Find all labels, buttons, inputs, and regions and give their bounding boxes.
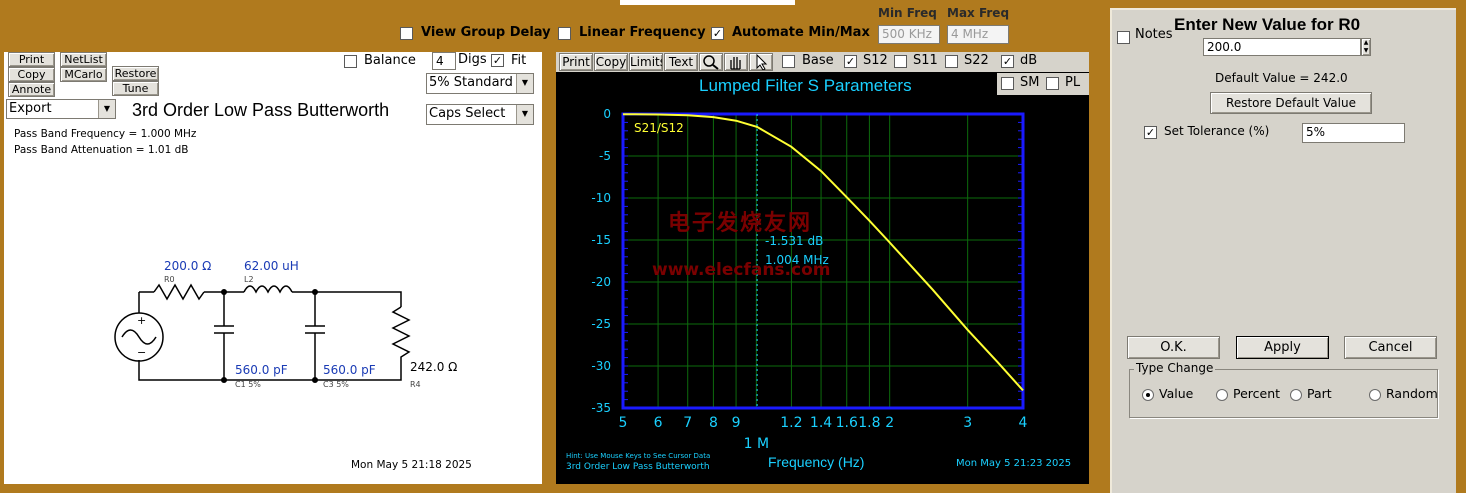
x-tick-label: 1.4 bbox=[810, 415, 832, 431]
capacitor-c3 bbox=[305, 292, 325, 380]
linear-frequency-label: Linear Frequency bbox=[579, 25, 706, 40]
new-value-field[interactable]: 200.0 bbox=[1203, 38, 1361, 56]
default-value-text: Default Value = 242.0 bbox=[1215, 71, 1348, 85]
notes-label: Notes bbox=[1135, 27, 1173, 42]
y-tick-label: -10 bbox=[591, 191, 611, 205]
s22-label: S22 bbox=[964, 53, 989, 68]
ok-button[interactable]: O.K. bbox=[1127, 336, 1220, 359]
y-tick-label: -5 bbox=[599, 149, 611, 163]
x-tick-label: 6 bbox=[654, 415, 663, 431]
hint-text: Hint: Use Mouse Keys to See Cursor Data bbox=[566, 452, 711, 460]
x-tick-label: 4 bbox=[1019, 415, 1028, 431]
resistor-r0 bbox=[153, 283, 205, 301]
value-spinner[interactable]: ▲ ▼ bbox=[1361, 38, 1371, 56]
s11-checkbox[interactable] bbox=[894, 55, 907, 68]
x-tick-label: 1.8 bbox=[858, 415, 880, 431]
capacitor-c1 bbox=[214, 292, 234, 380]
min-freq-label: Min Freq bbox=[878, 6, 937, 20]
radio-part[interactable] bbox=[1290, 389, 1302, 401]
watermark-line2: www.elecfans.com bbox=[652, 260, 831, 280]
y-tick-label: -15 bbox=[591, 233, 611, 247]
s12-label: S12 bbox=[863, 53, 888, 68]
l2-name: L2 bbox=[244, 275, 254, 284]
schematic-panel: Print NetList Copy MCarlo Restore Annote… bbox=[4, 52, 542, 484]
x-tick-label: 3 bbox=[963, 415, 972, 431]
radio-value-label: Value bbox=[1159, 386, 1194, 401]
pointer-icon[interactable] bbox=[749, 53, 773, 71]
hand-pan-icon[interactable] bbox=[724, 53, 748, 71]
c1-value[interactable]: 560.0 pF bbox=[235, 363, 288, 377]
r0-name: R0 bbox=[164, 275, 175, 284]
l2-value[interactable]: 62.00 uH bbox=[244, 259, 299, 273]
resistor-r4 bbox=[391, 306, 411, 367]
x-tick-label: 1.6 bbox=[836, 415, 858, 431]
max-freq-label: Max Freq bbox=[947, 6, 1010, 20]
radio-random-label: Random bbox=[1386, 386, 1438, 401]
dialog-title: Enter New Value for R0 bbox=[1174, 15, 1361, 34]
y-tick-label: -35 bbox=[591, 401, 611, 415]
x-tick-label: 5 bbox=[619, 415, 628, 431]
svg-text:+: + bbox=[137, 314, 146, 327]
s22-checkbox[interactable] bbox=[945, 55, 958, 68]
notes-checkbox[interactable] bbox=[1117, 31, 1130, 44]
view-group-delay-checkbox[interactable] bbox=[400, 27, 413, 40]
db-label: dB bbox=[1020, 53, 1038, 68]
schematic-timestamp: Mon May 5 21:18 2025 bbox=[351, 459, 472, 471]
radio-random[interactable] bbox=[1369, 389, 1381, 401]
trace-label: S21/S12 bbox=[634, 121, 684, 135]
s11-label: S11 bbox=[913, 53, 938, 68]
x-tick-label: 2 bbox=[885, 415, 894, 431]
cancel-button[interactable]: Cancel bbox=[1344, 336, 1437, 359]
y-tick-label: -30 bbox=[591, 359, 611, 373]
apply-button[interactable]: Apply bbox=[1236, 336, 1329, 359]
x-tick-label: 8 bbox=[709, 415, 718, 431]
automate-min-max-label: Automate Min/Max bbox=[732, 25, 870, 40]
c1-name: C1 5% bbox=[235, 380, 261, 389]
plot-panel: Print Copy Limits Text Base ✓ S12 S11 S2… bbox=[556, 52, 1089, 484]
automate-min-max-checkbox[interactable]: ✓ bbox=[711, 27, 724, 40]
radio-percent[interactable] bbox=[1216, 389, 1228, 401]
inductor-l2 bbox=[243, 285, 293, 294]
plot-print-button[interactable]: Print bbox=[559, 53, 593, 71]
y-tick-label: -20 bbox=[591, 275, 611, 289]
plot-text-button[interactable]: Text bbox=[664, 53, 698, 71]
db-checkbox[interactable]: ✓ bbox=[1001, 55, 1014, 68]
radio-part-label: Part bbox=[1307, 386, 1332, 401]
plot-copy-button[interactable]: Copy bbox=[594, 53, 628, 71]
r4-name: R4 bbox=[410, 380, 421, 389]
tolerance-field[interactable]: 5% bbox=[1302, 123, 1405, 143]
radio-percent-label: Percent bbox=[1233, 386, 1281, 401]
x-tick-label: 9 bbox=[732, 415, 741, 431]
view-group-delay-label: View Group Delay bbox=[421, 25, 551, 40]
restore-default-button[interactable]: Restore Default Value bbox=[1210, 92, 1372, 114]
r0-value[interactable]: 200.0 Ω bbox=[164, 259, 211, 273]
type-change-label: Type Change bbox=[1134, 361, 1216, 375]
set-tolerance-label: Set Tolerance (%) bbox=[1164, 124, 1270, 138]
linear-frequency-checkbox[interactable] bbox=[558, 27, 571, 40]
x-axis-label: Frequency (Hz) bbox=[768, 454, 865, 470]
s12-checkbox[interactable]: ✓ bbox=[844, 55, 857, 68]
svg-text:−: − bbox=[137, 346, 146, 359]
zoom-icon[interactable] bbox=[699, 53, 723, 71]
base-checkbox[interactable] bbox=[782, 55, 795, 68]
plot-footer-title: 3rd Order Low Pass Butterworth bbox=[566, 462, 710, 472]
plot-limits-button[interactable]: Limits bbox=[629, 53, 663, 71]
c3-name: C3 5% bbox=[323, 380, 349, 389]
y-tick-label: 0 bbox=[603, 107, 611, 121]
component-value-dialog: Notes Enter New Value for R0 200.0 ▲ ▼ De… bbox=[1110, 8, 1456, 493]
watermark-line1: 电子发烧友网 bbox=[668, 211, 813, 236]
x-decade-label: 1 M bbox=[744, 436, 769, 452]
plot-timestamp: Mon May 5 21:23 2025 bbox=[956, 458, 1072, 469]
x-tick-label: 7 bbox=[683, 415, 692, 431]
max-freq-field[interactable]: 4 MHz bbox=[947, 25, 1009, 44]
r4-value[interactable]: 242.0 Ω bbox=[410, 360, 457, 374]
y-tick-label: -25 bbox=[591, 317, 611, 331]
c3-value[interactable]: 560.0 pF bbox=[323, 363, 376, 377]
x-tick-label: 1.2 bbox=[780, 415, 802, 431]
top-strip bbox=[620, 0, 795, 5]
set-tolerance-checkbox[interactable]: ✓ bbox=[1144, 126, 1157, 139]
radio-value[interactable] bbox=[1142, 389, 1154, 401]
base-label: Base bbox=[802, 53, 834, 68]
min-freq-field[interactable]: 500 KHz bbox=[878, 25, 940, 44]
